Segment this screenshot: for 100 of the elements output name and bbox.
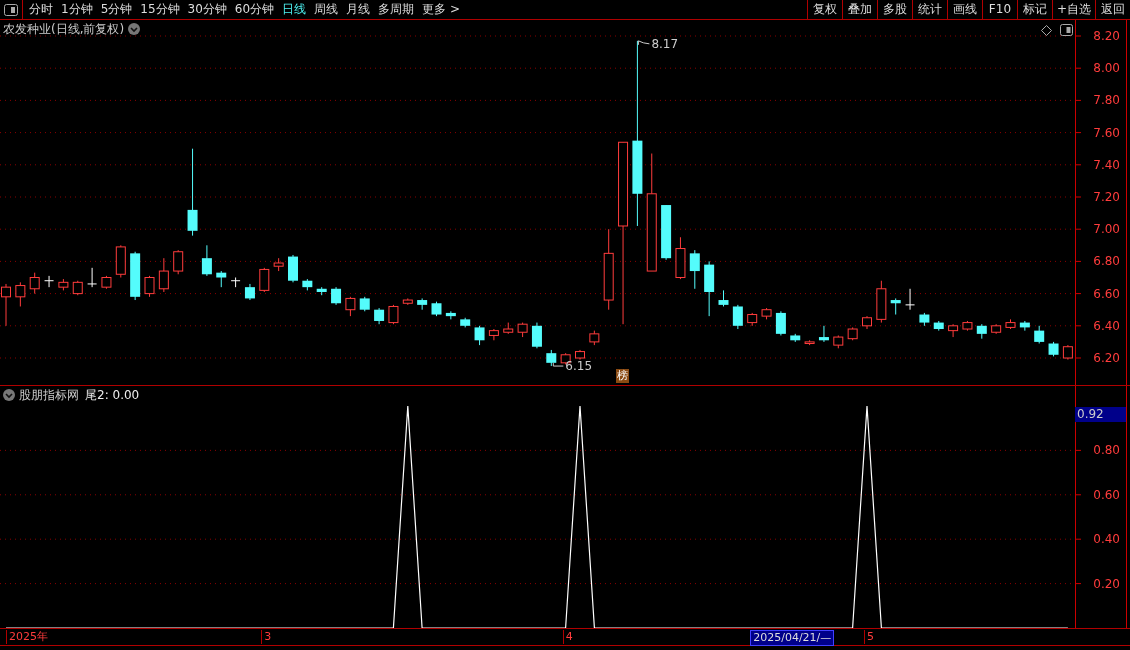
toolbar-button[interactable]: 叠加 [841, 0, 877, 19]
axis-label: 7.60 [1093, 125, 1120, 140]
candlestick [704, 260, 715, 317]
candlestick [259, 267, 270, 293]
toolbar-button[interactable]: 标记 [1016, 0, 1052, 19]
candlestick [661, 204, 672, 261]
candlestick [1048, 341, 1059, 357]
panel-toggle-icon [4, 3, 18, 16]
candlestick [1062, 344, 1073, 361]
candlestick [1019, 320, 1030, 332]
candlestick [503, 322, 514, 335]
period-tab[interactable]: 1分钟 [57, 0, 97, 19]
candlestick [790, 333, 801, 343]
axis-label: 0.80 [1093, 443, 1120, 458]
date-label: 4 [562, 630, 573, 644]
candlestick [216, 270, 227, 288]
candlestick [1034, 325, 1045, 344]
candlestick [948, 323, 959, 338]
candlestick [201, 244, 212, 277]
candlestick [288, 254, 298, 283]
period-tab[interactable]: 日线 [278, 0, 311, 19]
candlestick [675, 236, 686, 280]
toolbar-button[interactable]: 多股 [876, 0, 912, 19]
toolbar-button[interactable]: 画线 [946, 0, 982, 19]
candlestick [316, 286, 327, 296]
period-tab[interactable]: 5分钟 [96, 0, 137, 19]
diamond-icon[interactable] [1041, 24, 1052, 36]
period-tab[interactable]: 分时 [25, 0, 57, 19]
candlestick [991, 323, 1002, 335]
cursor-date-label: 2025/04/21/— [750, 630, 835, 646]
leader-line [552, 362, 564, 367]
candlestick [546, 349, 557, 367]
candlestick [732, 304, 743, 330]
chevron-down-icon[interactable] [3, 389, 15, 401]
axis-label: 6.20 [1093, 351, 1120, 365]
indicator-legend: 尾2: 0.00 [85, 387, 140, 403]
stock-title: 农发种业(日线,前复权) [3, 21, 125, 37]
axis-label: 8.20 [1093, 29, 1120, 43]
candlestick [15, 281, 26, 307]
period-tab[interactable]: 更多 > [418, 0, 464, 19]
price-label: 8.17 [651, 36, 679, 51]
candlestick [818, 325, 829, 343]
candlestick [976, 323, 987, 340]
candlestick [531, 322, 542, 349]
candlestick [431, 301, 442, 317]
candlestick [445, 310, 456, 320]
candlestick [29, 272, 40, 295]
candlestick [345, 296, 356, 317]
candlestick [847, 326, 858, 341]
chevron-down-icon[interactable] [128, 23, 141, 35]
period-tab[interactable]: 月线 [342, 0, 375, 19]
candlestick [374, 307, 385, 325]
candlestick [862, 315, 872, 330]
candlestick [173, 249, 184, 275]
axis-label: 7.00 [1093, 222, 1120, 237]
panel-toggle-icon[interactable] [1060, 24, 1073, 36]
axis-label: 0.20 [1093, 576, 1120, 591]
candlestick [833, 334, 844, 349]
period-tab[interactable]: 60分钟 [230, 0, 279, 19]
axis-label: 7.20 [1093, 190, 1120, 204]
period-tab[interactable]: 多周期 [374, 0, 419, 19]
candlestick [115, 244, 126, 278]
axis-label: 6.80 [1093, 254, 1120, 269]
toolbar-button[interactable]: 统计 [911, 0, 947, 19]
toolbar-button[interactable]: 返回 [1095, 0, 1130, 19]
candlestick [804, 339, 815, 346]
axis-label: 6.60 [1093, 286, 1120, 301]
toolbar-button[interactable]: +自选 [1051, 0, 1095, 19]
toolbar-button[interactable]: F10 [981, 0, 1017, 19]
candlestick [747, 312, 758, 327]
axis-label: 7.40 [1093, 157, 1120, 172]
candlestick [417, 297, 428, 311]
candlestick [101, 275, 112, 290]
candlestick [273, 257, 284, 272]
candlestick [230, 277, 241, 288]
indicator-title: 股朋指标网 [19, 387, 79, 403]
period-tab[interactable]: 周线 [310, 0, 343, 19]
candlestick [158, 257, 169, 293]
period-tab[interactable]: 15分钟 [136, 0, 184, 19]
candlestick [876, 280, 887, 324]
candlestick [72, 280, 83, 296]
candlestick [919, 312, 930, 327]
date-label: 5 [864, 630, 874, 644]
date-label: 2025年 [6, 630, 48, 644]
candlestick [144, 275, 155, 298]
candlestick [718, 289, 729, 307]
candlestick [933, 320, 944, 332]
axis-label: 6.40 [1093, 318, 1120, 333]
candlestick [575, 349, 585, 361]
axis-label: 0.40 [1093, 532, 1120, 547]
period-tab[interactable]: 30分钟 [183, 0, 231, 19]
candlestick [905, 288, 916, 311]
cursor-value-label: 0.92 [1075, 407, 1126, 422]
axis-label: 0.60 [1093, 487, 1120, 502]
candlestick [331, 286, 342, 306]
list-badge[interactable]: 榜 [616, 369, 630, 383]
toolbar-button[interactable]: 复权 [806, 0, 842, 19]
candlestick [689, 249, 700, 290]
candlestick [1005, 318, 1016, 330]
candlestick [388, 304, 399, 325]
